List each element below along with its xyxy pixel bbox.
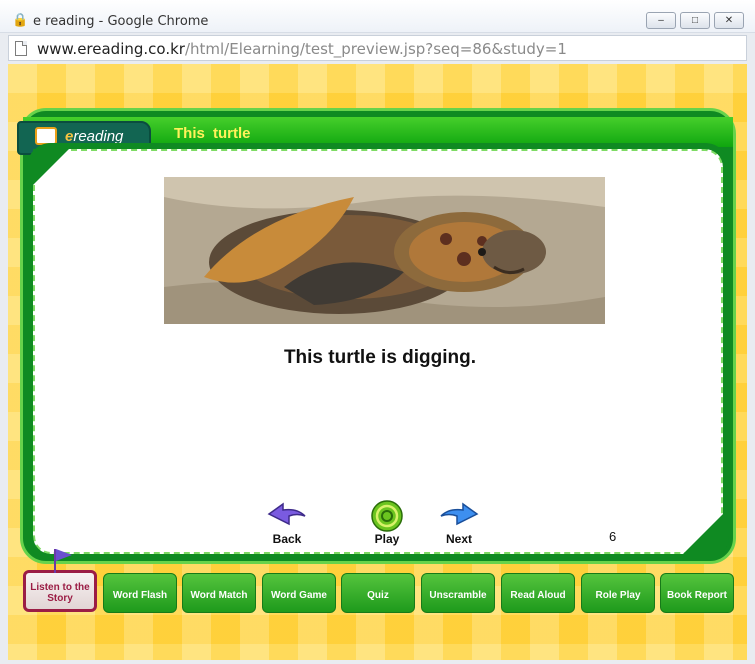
book-title: This turtle <box>174 125 251 142</box>
board-header: ereading With a Joyful Reading Heart Thi… <box>17 117 733 155</box>
back-arrow-icon <box>267 502 306 526</box>
url-host: www.ereading.co.kr <box>37 40 185 58</box>
lock-icon: 🔒 <box>12 12 29 27</box>
next-button[interactable]: Next <box>429 500 489 550</box>
play-button[interactable]: Play <box>357 500 417 550</box>
next-label: Next <box>445 532 472 546</box>
book-icon <box>35 127 57 145</box>
close-button[interactable]: ✕ <box>714 12 744 29</box>
back-label: Back <box>272 532 302 546</box>
flag-icon <box>54 549 72 573</box>
next-arrow-icon <box>440 502 479 526</box>
logo-word: reading <box>73 128 124 145</box>
reading-board: ereading With a Joyful Reading Heart Thi… <box>17 108 736 564</box>
back-button[interactable]: Back <box>257 500 317 550</box>
menu-quiz[interactable]: Quiz <box>341 573 415 613</box>
menu-word-flash[interactable]: Word Flash <box>103 573 177 613</box>
turtle-photo <box>164 177 605 324</box>
page-viewport: ereading With a Joyful Reading Heart Thi… <box>8 64 747 660</box>
menu-label: Word Match <box>190 589 248 601</box>
page-icon <box>15 41 27 56</box>
menu-label: Listen to the Story <box>30 582 90 604</box>
menu-listen-to-the-story[interactable]: Listen to the Story <box>23 549 97 612</box>
maximize-button[interactable]: □ <box>680 12 710 29</box>
window-titlebar: 🔒 e reading - Google Chrome – □ ✕ <box>0 0 755 33</box>
corner-decoration <box>683 514 723 554</box>
story-sentence: This turtle is digging. <box>283 347 477 368</box>
menu-label: Word Game <box>271 589 327 601</box>
activity-menu: Listen to the Story Word Flash Word Matc… <box>23 549 735 616</box>
play-label: Play <box>374 532 400 546</box>
story-panel: This turtle is digging. Back Play Next 6 <box>27 143 729 560</box>
turtle-illustration <box>164 177 605 324</box>
menu-unscramble[interactable]: Unscramble <box>421 573 495 613</box>
logo-text: ereading <box>65 128 123 145</box>
play-swirl-icon <box>371 500 403 532</box>
menu-word-game[interactable]: Word Game <box>262 573 336 613</box>
menu-label: Book Report <box>667 589 727 601</box>
menu-label: Word Flash <box>112 589 168 601</box>
minimize-button[interactable]: – <box>646 12 676 29</box>
menu-book-report[interactable]: Book Report <box>660 573 734 613</box>
menu-word-match[interactable]: Word Match <box>182 573 256 613</box>
menu-label: Read Aloud <box>510 589 566 601</box>
address-bar[interactable]: www.ereading.co.kr/html/Elearning/test_p… <box>8 35 747 61</box>
page-number: 6 <box>609 529 617 544</box>
menu-label: Quiz <box>367 589 389 601</box>
url-text[interactable]: www.ereading.co.kr/html/Elearning/test_p… <box>37 40 567 58</box>
corner-decoration <box>33 149 69 185</box>
window-title: e reading - Google Chrome <box>33 14 209 29</box>
url-path: /html/Elearning/test_preview.jsp?seq=86&… <box>184 40 567 58</box>
menu-label: Role Play <box>595 589 641 601</box>
menu-read-aloud[interactable]: Read Aloud <box>501 573 575 613</box>
menu-label: Unscramble <box>429 589 487 601</box>
menu-role-play[interactable]: Role Play <box>581 573 655 613</box>
